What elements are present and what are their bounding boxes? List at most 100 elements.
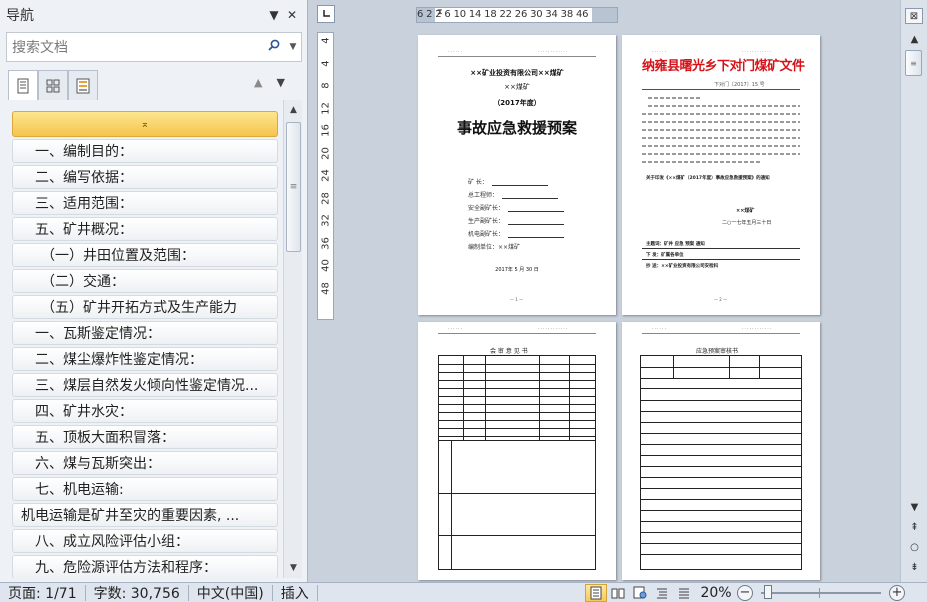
previous-result-icon[interactable]: ▲ (254, 76, 262, 89)
nav-heading-item[interactable]: 四、矿井水灾： (12, 399, 278, 423)
signature-line: 生产副矿长： (468, 216, 565, 225)
ruler-tick-label: 4 (320, 37, 332, 44)
cc-keywords: 主题词：矿井 应急 预案 通知 (646, 242, 705, 247)
red-rule (642, 89, 800, 90)
word-count[interactable]: 字数: 30,756 (86, 584, 189, 602)
nav-scrollbar[interactable]: ▲ ≡ ▼ (283, 100, 302, 578)
insert-mode[interactable]: 插入 (273, 584, 318, 602)
signature-line: 总工程师： (468, 190, 559, 199)
header-rule (438, 333, 596, 334)
nav-heading-item[interactable]: 二、煤尘爆炸性鉴定情况： (12, 347, 278, 371)
previous-page-icon[interactable]: ⇞ (904, 518, 925, 536)
nav-heading-item[interactable]: 九、危险源评估方法和程序： (12, 555, 278, 578)
nav-heading-item[interactable]: 机电运输是矿井至灾的重要因素, ... (12, 503, 278, 527)
vertical-ruler[interactable]: 4 4 8 12 16 20 24 28 32 36 40 48 (317, 32, 334, 320)
nav-title: 导航 (6, 8, 34, 24)
page-header-left: · · · · · · (448, 49, 462, 54)
zoom-slider-thumb[interactable] (763, 584, 772, 599)
page-1[interactable]: · · · · · · · · · · · · · · · · · · ××矿业… (418, 35, 616, 315)
nav-heading-item[interactable]: （五）矿井开拓方式及生产能力 (12, 295, 278, 319)
search-placeholder[interactable]: 搜索文档 (12, 37, 263, 57)
copy-to: 抄 送：××矿业投资有限公司安检科 (646, 264, 719, 269)
page-4[interactable]: · · · · · · · · · · · · · · · · · · 应急预案… (622, 322, 820, 580)
page-count[interactable]: 页面: 1/71 (0, 584, 86, 602)
page-header-left: · · · · · · (652, 49, 666, 54)
next-result-icon[interactable]: ▼ (276, 76, 284, 89)
status-bar: 页面: 1/71 字数: 30,756 中文(中国) 插入 20% − + (0, 582, 927, 602)
text-line (648, 97, 700, 99)
ruler-tick-label: 16 (320, 124, 332, 137)
text-line (642, 145, 800, 147)
print-layout-view-icon[interactable] (585, 583, 607, 602)
browse-object-icon[interactable]: ○ (904, 538, 925, 556)
signature-line: 机电副矿长： (468, 229, 565, 238)
nav-heading-label: （二）交通： (41, 274, 125, 290)
scroll-down-icon[interactable]: ▼ (285, 559, 302, 577)
nav-heading-item[interactable]: 三、煤层自然发火倾向性鉴定情况... (12, 373, 278, 397)
cc-rule (642, 248, 800, 249)
nav-heading-item[interactable]: （一）井田位置及范围： (12, 243, 278, 267)
tab-selector-button[interactable] (317, 5, 335, 23)
nav-heading-label: （五）矿井开拓方式及生产能力 (41, 300, 237, 316)
year-label: （2017年度） (493, 99, 541, 107)
ruler-tick-label: 36 (320, 236, 332, 250)
zoom-in-icon[interactable]: + (889, 584, 905, 601)
nav-heading-item[interactable]: 一、瓦斯鉴定情况： (12, 321, 278, 345)
collapse-headings-button[interactable]: ⌅ (12, 111, 278, 137)
nav-heading-item[interactable]: 五、顶板大面积冒落： (12, 425, 278, 449)
mine-name: ××煤矿 (504, 83, 530, 91)
page-2[interactable]: · · · · · · · · · · · · · · · · · · 纳雍县曙… (622, 35, 820, 315)
nav-options-dropdown-icon[interactable]: ▼ (265, 8, 283, 22)
zoom-out-icon[interactable]: − (737, 584, 753, 601)
tab-pages[interactable] (38, 70, 68, 100)
distribution: 下 发：矿属各单位 (646, 253, 684, 258)
nav-result-arrows: ▲ ▼ (254, 76, 285, 89)
nav-heading-label: 五、顶板大面积冒落： (35, 430, 175, 446)
nav-close-icon[interactable]: ✕ (283, 8, 301, 22)
ruler-tick-label: 4 (320, 59, 332, 67)
language-indicator[interactable]: 中文(中国) (189, 584, 273, 602)
nav-heading-item[interactable]: 七、机电运输: (12, 477, 278, 501)
signature-label: 矿 长： (468, 179, 488, 186)
nav-heading-label: 五、矿井概况： (35, 222, 133, 238)
left-tab-stop-icon (323, 10, 330, 17)
zoom-slider[interactable] (761, 584, 881, 599)
document-title: 事故应急救援预案 (456, 119, 577, 137)
nav-heading-label: 二、编写依据： (35, 170, 133, 186)
scroll-down-icon[interactable]: ▼ (904, 498, 925, 516)
collapse-icon: ⌅ (140, 118, 150, 130)
view-ruler-icon[interactable]: ⊠ (905, 8, 923, 24)
tab-results[interactable] (68, 70, 98, 100)
nav-heading-item[interactable]: 二、编写依据： (12, 165, 278, 189)
nav-heading-item[interactable]: 五、矿井概况： (12, 217, 278, 241)
nav-heading-label: 四、矿井水灾： (35, 404, 133, 420)
ruler-tick-label: 12 (320, 101, 332, 115)
nav-scroll-thumb[interactable]: ≡ (286, 122, 301, 252)
document-scrollbar[interactable]: ⊠ ▲ ≡ ▼ ⇞ ○ ⇟ (900, 0, 927, 582)
horizontal-ruler[interactable]: ⧗ 6 2 2 6 10 14 18 22 26 30 34 38 46 (416, 7, 618, 23)
web-layout-view-icon[interactable] (629, 584, 651, 602)
document-scroll-thumb[interactable]: ≡ (905, 50, 922, 76)
search-icon[interactable] (263, 39, 285, 55)
zoom-level[interactable]: 20% (695, 585, 737, 601)
scroll-up-icon[interactable]: ▲ (285, 101, 302, 119)
search-input[interactable]: 搜索文档 ▼ (6, 32, 302, 62)
company-name: ××矿业投资有限公司××煤矿 (470, 69, 564, 77)
scroll-up-icon[interactable]: ▲ (904, 30, 925, 48)
nav-heading-item[interactable]: 八、成立风险评估小组： (12, 529, 278, 553)
ruler-tick-label: 24 (320, 169, 332, 182)
page-header-left: · · · · · · (448, 326, 462, 331)
full-screen-reading-icon[interactable] (607, 584, 629, 602)
outline-view-icon[interactable] (651, 584, 673, 602)
nav-heading-item[interactable]: （二）交通： (12, 269, 278, 293)
tab-headings[interactable] (8, 70, 38, 100)
page-3[interactable]: · · · · · · · · · · · · · · · · · · 会 审 … (418, 322, 616, 580)
draft-view-icon[interactable] (673, 584, 695, 602)
nav-heading-item[interactable]: 一、编制目的： (12, 139, 278, 163)
page-header-right: · · · · · · · · · · · · (742, 326, 772, 331)
next-page-icon[interactable]: ⇟ (904, 558, 925, 576)
nav-heading-item[interactable]: 三、适用范围： (12, 191, 278, 215)
nav-heading-item[interactable]: 六、煤与瓦斯突出： (12, 451, 278, 475)
text-line (642, 137, 800, 139)
search-options-dropdown-icon[interactable]: ▼ (285, 42, 301, 52)
